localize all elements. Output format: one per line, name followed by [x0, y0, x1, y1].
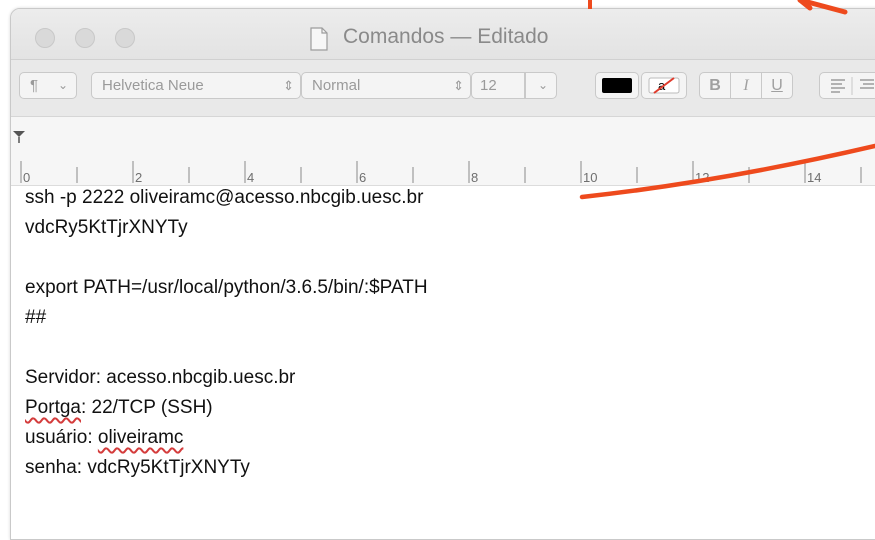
paragraph-style-popup[interactable]: ¶ ⌄	[19, 72, 77, 99]
font-style-popup[interactable]: Normal ⇕	[301, 72, 471, 99]
highlight-color-well[interactable]: a	[641, 72, 687, 99]
ruler-mark: 14	[807, 170, 822, 185]
font-family-value: Helvetica Neue	[102, 77, 204, 94]
font-size-menu-button[interactable]: ⌄	[525, 72, 557, 99]
text-line: ##	[25, 307, 47, 328]
ruler[interactable]: 0 2 4 6 8 10 12 14	[11, 117, 875, 186]
document-icon	[310, 27, 328, 51]
text-color-well[interactable]	[595, 72, 639, 99]
ruler-mark: 2	[135, 170, 143, 185]
text-line: Servidor: acesso.nbcgib.uesc.br	[25, 367, 296, 388]
text-line: Portga: 22/TCP (SSH)	[25, 396, 213, 420]
text-line: ssh -p 2222 oliveiramc@acesso.nbcgib.ues…	[25, 187, 424, 208]
no-highlight-icon: a	[648, 77, 680, 94]
font-style-value: Normal	[312, 77, 361, 94]
ruler-mark: 10	[583, 170, 598, 185]
title-bar: Comandos — Editado	[11, 9, 875, 60]
text-color-swatch	[602, 78, 632, 93]
underline-button[interactable]: U	[761, 72, 793, 99]
chevron-down-icon: ⌄	[537, 78, 548, 92]
misspelled-word[interactable]: oliveiramc	[98, 427, 184, 448]
text-segment: usuário:	[25, 427, 98, 448]
text-line: export PATH=/usr/local/python/3.6.5/bin/…	[25, 277, 428, 298]
misspelled-word[interactable]: Portga	[25, 397, 81, 418]
format-bar: ¶ ⌄ Helvetica Neue ⇕ Normal ⇕ 12 ⌄ a B I…	[11, 60, 875, 117]
text-segment: : 22/TCP (SSH)	[80, 397, 213, 418]
align-left-button[interactable]	[819, 72, 875, 99]
ruler-mark: 6	[359, 170, 367, 185]
up-down-chevron-icon: ⇕	[453, 78, 464, 93]
ruler-mark: 4	[247, 170, 255, 185]
text-line: usuário: oliveiramc	[25, 426, 183, 450]
paragraph-icon: ¶	[30, 77, 39, 94]
minimize-window-button[interactable]	[75, 28, 95, 48]
align-left-icon	[831, 77, 874, 95]
zoom-window-button[interactable]	[115, 28, 135, 48]
font-size-field[interactable]: 12	[471, 72, 525, 99]
italic-button[interactable]: I	[730, 72, 762, 99]
textedit-window: Comandos — Editado ¶ ⌄ Helvetica Neue ⇕ …	[10, 8, 875, 540]
text-line: vdcRy5KtTjrXNYTy	[25, 217, 188, 238]
close-window-button[interactable]	[35, 28, 55, 48]
arrowhead-icon	[797, 0, 813, 11]
ruler-mark: 12	[695, 170, 710, 185]
font-family-popup[interactable]: Helvetica Neue ⇕	[91, 72, 301, 99]
ruler-mark: 0	[23, 170, 31, 185]
ruler-mark: 8	[471, 170, 479, 185]
font-size-value: 12	[480, 77, 497, 94]
up-down-chevron-icon: ⇕	[283, 78, 294, 93]
bold-button[interactable]: B	[699, 72, 731, 99]
window-title: Comandos — Editado	[343, 25, 549, 48]
text-line: senha: vdcRy5KtTjrXNYTy	[25, 457, 250, 478]
document-text-area[interactable]: ssh -p 2222 oliveiramc@acesso.nbcgib.ues…	[11, 186, 875, 539]
chevron-down-icon: ⌄	[57, 78, 68, 92]
